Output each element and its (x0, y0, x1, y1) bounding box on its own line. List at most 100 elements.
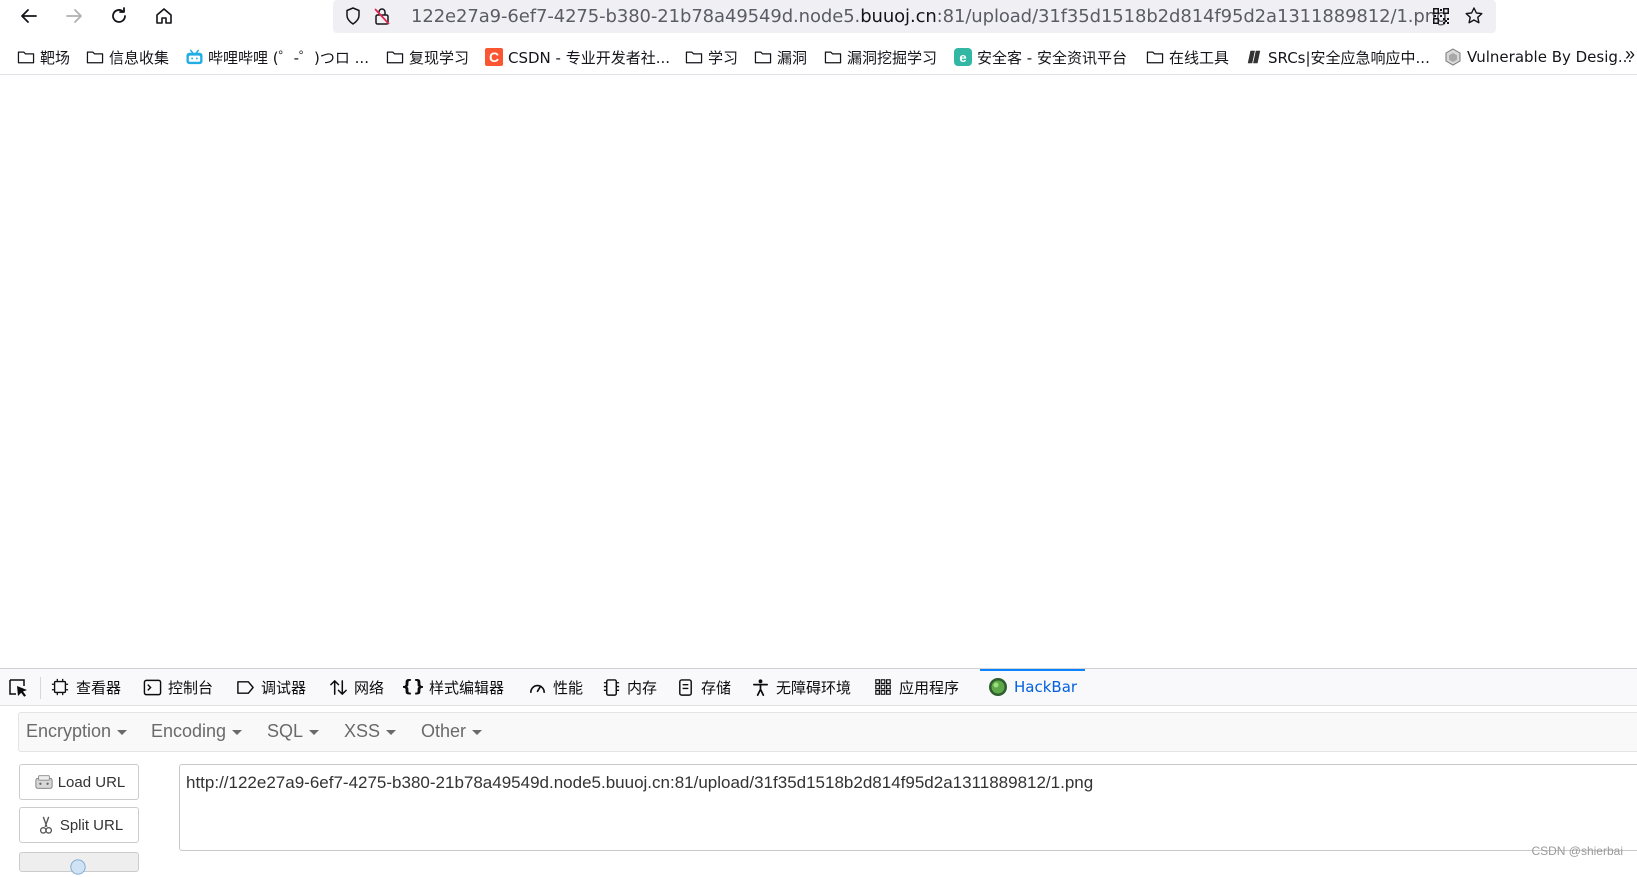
tab-storage[interactable]: 存储 (675, 669, 731, 705)
hackbar-menu: Encryption Encoding SQL XSS Other (18, 712, 1637, 752)
tab-memory[interactable]: 内存 (601, 669, 657, 705)
folder-icon (684, 48, 704, 66)
bookmarks-toolbar: 靶场 信息收集 哔哩哔哩 (゜-゜)つロ ... 复现学习 C CSDN - 专… (0, 42, 1637, 72)
anquanke-icon: e (953, 48, 973, 66)
menu-label: SQL (267, 721, 304, 741)
qrcode-icon (1433, 8, 1449, 24)
folder-icon (85, 48, 105, 66)
csdn-icon: C (484, 48, 504, 66)
bookmark-label: SRCs|安全应急响应中... (1268, 48, 1430, 67)
load-url-label: Load URL (57, 773, 126, 791)
menu-label: Encryption (26, 721, 112, 741)
bookmark-item[interactable]: 复现学习 (385, 46, 469, 68)
bookmark-label: CSDN - 专业开发者社... (508, 48, 671, 67)
bookmark-item[interactable]: 漏洞 (753, 46, 807, 68)
tab-label: 网络 (354, 678, 385, 697)
tab-label: 无障碍环境 (776, 678, 852, 697)
folder-icon (753, 48, 773, 66)
arrow-right-icon (66, 9, 82, 23)
forward-button[interactable] (61, 4, 87, 28)
menu-label: XSS (344, 721, 381, 741)
bookmark-item[interactable]: e 安全客 - 安全资讯平台 (953, 46, 1127, 68)
hackbar-icon (988, 677, 1008, 697)
watermark: CSDN @shierbai (1531, 844, 1623, 858)
star-icon (1465, 7, 1483, 24)
arrow-left-icon (21, 9, 37, 23)
memory-icon (601, 677, 621, 697)
menu-sql[interactable]: SQL (267, 721, 320, 742)
qrcode-button[interactable] (1430, 5, 1452, 27)
bookmark-item[interactable]: 学习 (684, 46, 738, 68)
bookmark-item[interactable]: 靶场 (16, 46, 70, 68)
tab-network[interactable]: 网络 (328, 669, 384, 705)
home-icon (156, 8, 172, 24)
menu-other[interactable]: Other (421, 721, 483, 742)
tab-label: 调试器 (261, 678, 307, 697)
bookmark-item[interactable]: Vulnerable By Desig... (1443, 46, 1632, 68)
style-editor-icon: {} (400, 677, 426, 697)
tab-performance[interactable]: 性能 (527, 669, 583, 705)
bookmark-item[interactable]: 在线工具 (1145, 46, 1229, 68)
folder-icon (16, 48, 36, 66)
src-icon (1244, 48, 1264, 66)
back-button[interactable] (16, 4, 42, 28)
execute-icon (67, 857, 89, 877)
tab-label: 控制台 (168, 678, 214, 697)
folder-icon (385, 48, 405, 66)
execute-button[interactable] (19, 852, 139, 875)
tab-inspector[interactable]: 查看器 (50, 669, 121, 705)
inspector-icon (50, 677, 70, 697)
menu-encryption[interactable]: Encryption (26, 721, 128, 742)
reload-button[interactable] (106, 4, 132, 28)
bookmark-label: 复现学习 (409, 48, 470, 67)
menu-label: Encoding (151, 721, 227, 741)
bookmark-star-button[interactable] (1463, 5, 1485, 27)
tab-console[interactable]: 控制台 (142, 669, 213, 705)
accessibility-icon (750, 677, 770, 697)
folder-icon (1145, 48, 1165, 66)
tab-style-editor[interactable]: {} 样式编辑器 (400, 669, 505, 705)
tab-label: 样式编辑器 (429, 678, 505, 697)
url-text[interactable]: 122e27a9-6ef7-4275-b380-21b78a49549d.nod… (411, 6, 1447, 27)
tab-label: 内存 (627, 678, 658, 697)
caret-down-icon (117, 729, 128, 735)
tab-label: HackBar (1014, 678, 1078, 696)
tab-application[interactable]: 应用程序 (873, 669, 959, 705)
bookmark-item[interactable]: C CSDN - 专业开发者社... (484, 46, 670, 68)
split-url-button[interactable]: Split URL (19, 807, 139, 843)
tab-separator (40, 677, 41, 699)
navigation-toolbar: 122e27a9-6ef7-4275-b380-21b78a49549d.nod… (0, 0, 1637, 33)
caret-down-icon (232, 729, 243, 735)
bookmark-label: 漏洞 (777, 48, 808, 67)
home-button[interactable] (151, 4, 177, 28)
bookmarks-overflow-button[interactable]: » (1625, 44, 1635, 65)
insecure-lock-icon (374, 8, 390, 25)
tab-debugger[interactable]: 调试器 (235, 669, 306, 705)
tracking-protection-button[interactable] (342, 5, 364, 27)
element-picker-button[interactable] (8, 678, 30, 698)
bookmark-item[interactable]: 哔哩哔哩 (゜-゜)つロ ... (184, 46, 369, 68)
tab-label: 性能 (553, 678, 584, 697)
tab-accessibility[interactable]: 无障碍环境 (750, 669, 851, 705)
menu-xss[interactable]: XSS (344, 721, 397, 742)
bookmark-label: 学习 (708, 48, 739, 67)
shield-icon (346, 7, 360, 25)
tab-hackbar[interactable]: HackBar (979, 669, 1086, 705)
url-bar[interactable]: 122e27a9-6ef7-4275-b380-21b78a49549d.nod… (333, 0, 1496, 33)
bilibili-icon (184, 48, 204, 66)
url-host: buuoj.cn (860, 6, 937, 27)
page-content (0, 75, 1637, 668)
site-info-button[interactable] (371, 5, 393, 27)
load-icon (33, 772, 55, 792)
bookmark-label: 漏洞挖掘学习 (847, 48, 938, 67)
debugger-icon (235, 677, 255, 697)
bookmark-item[interactable]: SRCs|安全应急响应中... (1244, 46, 1430, 68)
svg-text:e: e (959, 50, 966, 65)
menu-encoding[interactable]: Encoding (151, 721, 243, 742)
url-prefix: 122e27a9-6ef7-4275-b380-21b78a49549d.nod… (411, 6, 861, 27)
bookmark-item[interactable]: 漏洞挖掘学习 (823, 46, 937, 68)
bookmark-item[interactable]: 信息收集 (85, 46, 169, 68)
folder-icon (823, 48, 843, 66)
load-url-button[interactable]: Load URL (19, 764, 139, 800)
url-textarea[interactable]: http://122e27a9-6ef7-4275-b380-21b78a495… (179, 764, 1637, 851)
